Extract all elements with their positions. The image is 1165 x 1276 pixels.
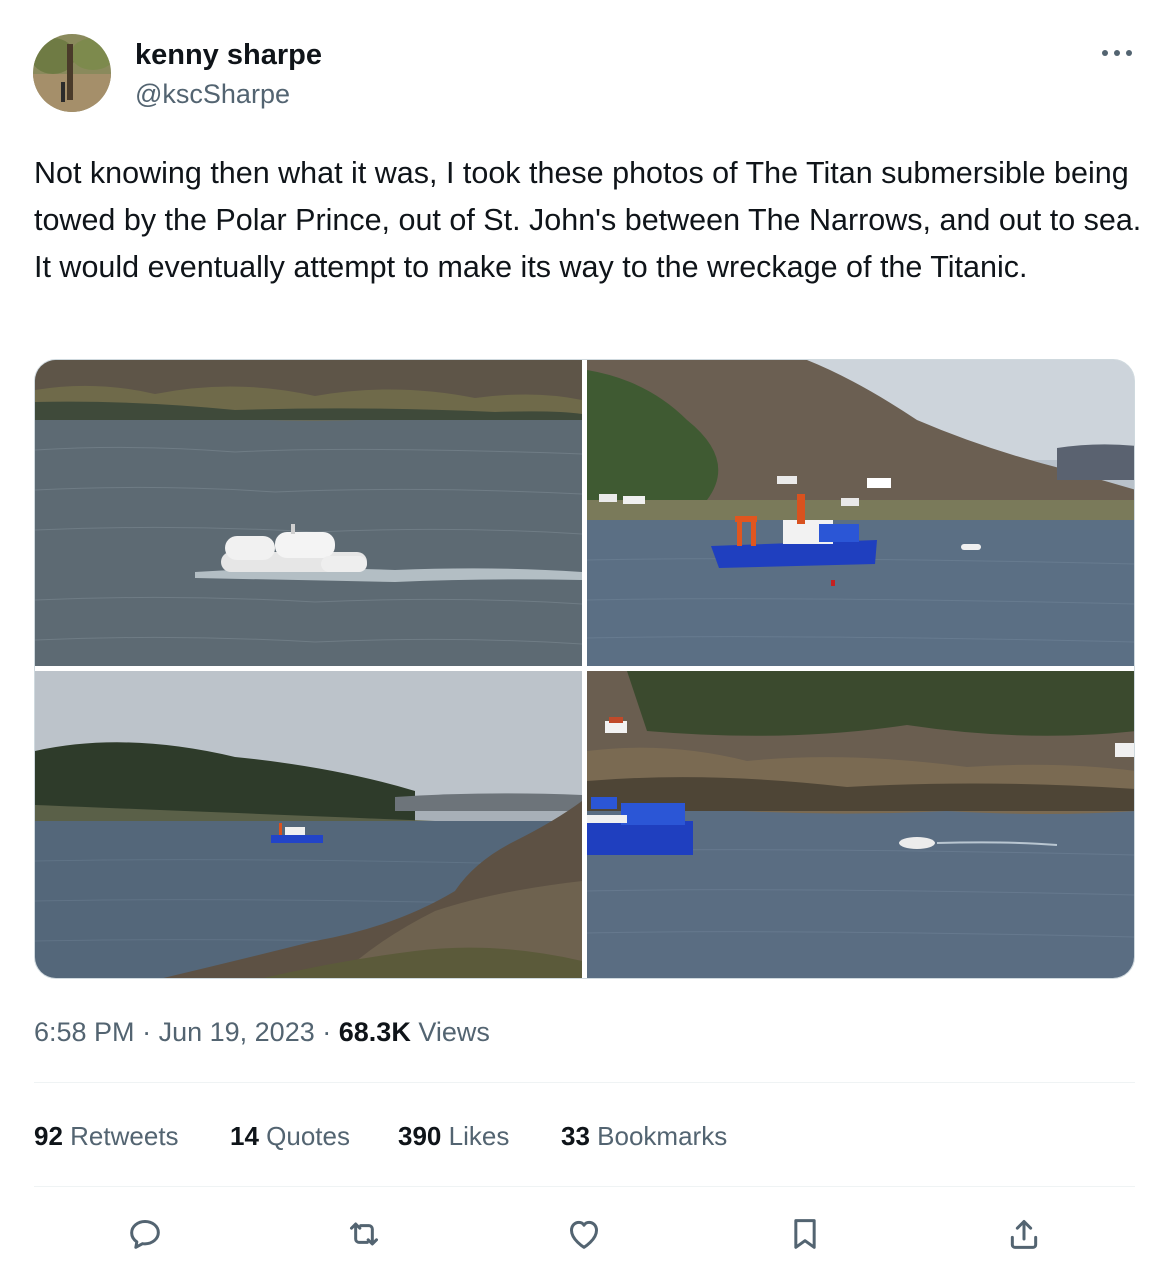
more-dots-icon [1102,50,1132,56]
reply-icon [130,1220,160,1249]
views-label: Views [418,1017,490,1047]
tweet-text: Not knowing then what it was, I took the… [34,156,1142,284]
retweets-stat[interactable]: 92 Retweets [34,1118,179,1154]
quotes-stat[interactable]: 14 Quotes [230,1118,350,1154]
likes-stat[interactable]: 390 Likes [398,1118,509,1154]
action-bar [0,1204,1165,1264]
photo-ship-cliffs[interactable] [587,671,1134,978]
bookmark-icon [794,1219,816,1249]
bookmark-button[interactable] [781,1210,829,1258]
photo-narrows-wide[interactable] [35,671,582,978]
heart-icon [570,1220,598,1249]
quotes-label: Quotes [266,1121,350,1151]
tweet: kenny sharpe @kscSharpe Not knowing then… [0,0,1165,1276]
avatar[interactable] [33,34,111,112]
photo-submersible-closeup[interactable] [35,360,582,666]
bookmarks-stat[interactable]: 33 Bookmarks [561,1118,727,1154]
views-count: 68.3K [338,1017,411,1047]
retweets-count: 92 [34,1121,63,1151]
bookmarks-label: Bookmarks [597,1121,728,1151]
share-button[interactable] [1000,1210,1048,1258]
meta-separator: · [142,1017,152,1047]
likes-label: Likes [448,1121,510,1151]
meta-separator: · [322,1017,332,1047]
tweet-date[interactable]: Jun 19, 2023 [159,1017,315,1047]
media-grid [34,359,1135,979]
retweet-button[interactable] [340,1210,388,1258]
tweet-meta: 6:58 PM · Jun 19, 2023 · 68.3K Views [34,1014,490,1050]
retweets-label: Retweets [70,1121,179,1151]
reply-button[interactable] [121,1210,169,1258]
like-button[interactable] [560,1210,608,1258]
display-name[interactable]: kenny sharpe [135,38,322,72]
share-icon [1010,1220,1038,1249]
bookmarks-count: 33 [561,1121,590,1151]
divider [34,1186,1135,1187]
tweet-time[interactable]: 6:58 PM [34,1017,135,1047]
quotes-count: 14 [230,1121,259,1151]
retweet-icon [350,1222,378,1246]
more-button[interactable] [1096,40,1138,66]
divider [34,1082,1135,1083]
photo-polar-prince-harbour[interactable] [587,360,1134,666]
user-handle[interactable]: @kscSharpe [135,78,290,110]
likes-count: 390 [398,1121,442,1151]
